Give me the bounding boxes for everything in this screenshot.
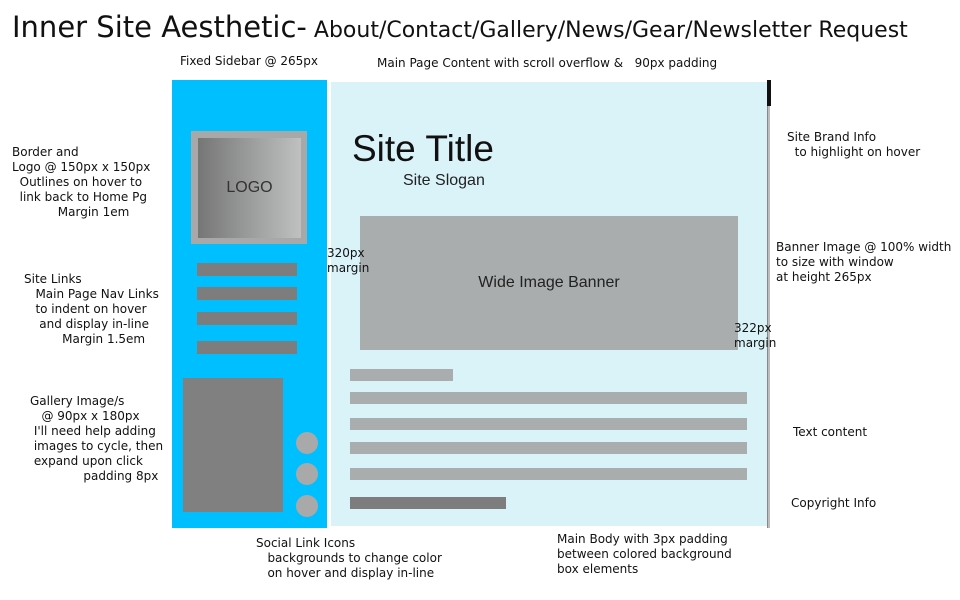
- main-content-annotation: Main Page Content with scroll overflow &…: [377, 56, 718, 70]
- social-link-icon[interactable]: [296, 463, 318, 485]
- banner-image-placeholder: Wide Image Banner: [360, 216, 738, 350]
- banner-annotation: Banner Image @ 100% width to size with w…: [776, 240, 952, 284]
- logo-label: LOGO: [226, 179, 273, 196]
- social-link-icon[interactable]: [296, 495, 318, 517]
- text-line-placeholder: [350, 442, 747, 454]
- sidebar-annotation: Fixed Sidebar @ 265px: [180, 54, 319, 68]
- text-line-placeholder: [350, 468, 747, 480]
- logo-annotation: Border and Logo @ 150px x 150px Outlines…: [12, 145, 151, 219]
- nav-link-placeholder[interactable]: [197, 341, 297, 354]
- text-line-placeholder: [350, 369, 453, 381]
- logo-placeholder[interactable]: LOGO: [198, 138, 301, 238]
- title-pages: About/Contact/Gallery/News/Gear/Newslett…: [306, 18, 908, 43]
- text-line-placeholder: [350, 392, 747, 404]
- banner-label: Wide Image Banner: [478, 274, 620, 291]
- text-content-annotation: Text content: [793, 425, 868, 439]
- site-links-annotation: Site Links Main Page Nav Links to indent…: [24, 272, 159, 346]
- scrollbar-track[interactable]: [767, 80, 770, 528]
- right-margin-annotation: 322px margin: [734, 321, 777, 350]
- gallery-image-placeholder[interactable]: [183, 378, 283, 512]
- diagram-title: Inner Site Aesthetic- About/Contact/Gall…: [12, 10, 908, 44]
- text-line-placeholder: [350, 418, 747, 430]
- scrollbar-thumb[interactable]: [767, 80, 771, 106]
- social-link-icon[interactable]: [296, 432, 318, 454]
- nav-link-placeholder[interactable]: [197, 263, 297, 276]
- title-main: Inner Site Aesthetic-: [12, 10, 307, 44]
- site-slogan: Site Slogan: [403, 172, 485, 189]
- left-margin-annotation: 320px margin: [327, 246, 370, 275]
- site-title[interactable]: Site Title: [352, 128, 494, 170]
- gallery-annotation: Gallery Image/s @ 90px x 180px I'll need…: [30, 394, 164, 483]
- brand-annotation: Site Brand Info to highlight on hover: [787, 130, 921, 159]
- copyright-placeholder: [350, 497, 506, 509]
- main-body-annotation: Main Body with 3px padding between color…: [557, 532, 732, 576]
- nav-link-placeholder[interactable]: [197, 287, 297, 300]
- social-icons-annotation: Social Link Icons backgrounds to change …: [256, 536, 442, 580]
- nav-link-placeholder[interactable]: [197, 312, 297, 325]
- copyright-annotation: Copyright Info: [791, 496, 877, 510]
